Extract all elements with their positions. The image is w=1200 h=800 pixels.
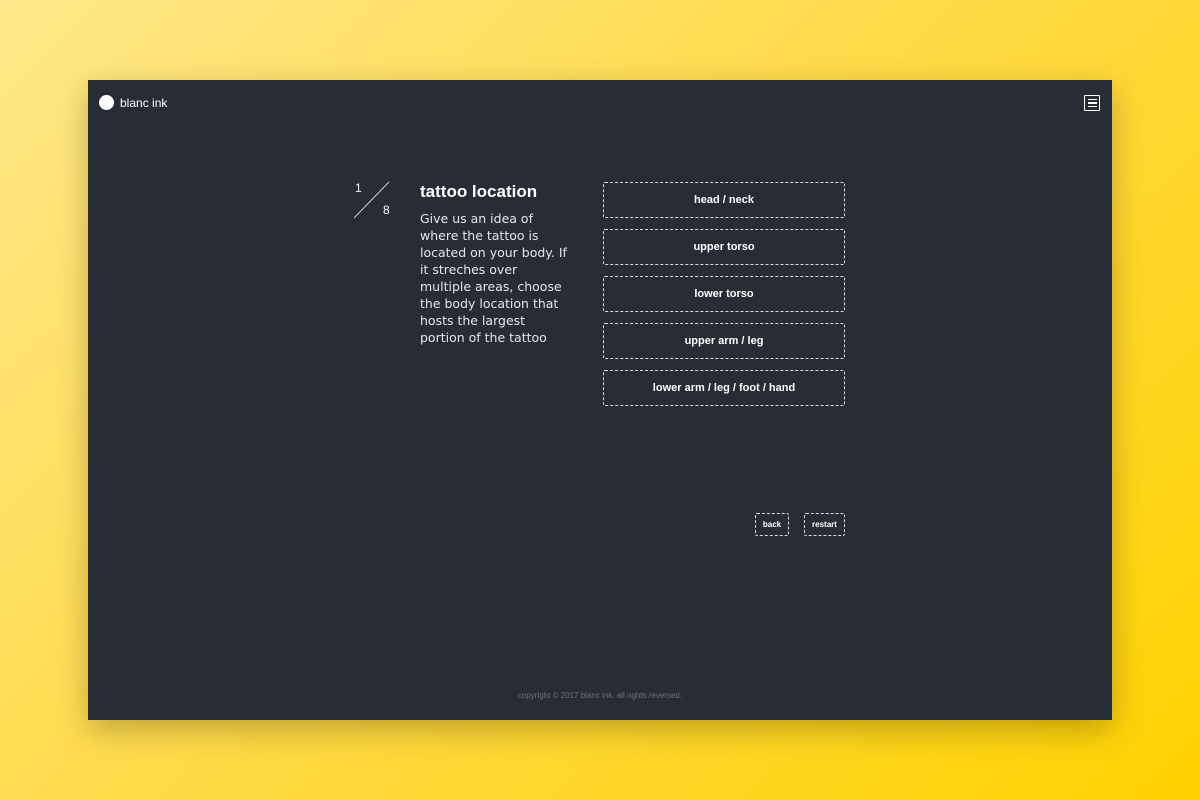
step-total: 8: [383, 203, 390, 217]
brand-name: blanc ink: [120, 95, 168, 110]
brand-logo[interactable]: blanc ink: [99, 95, 167, 110]
question-title: tattoo location: [420, 182, 538, 201]
question-description: Give us an idea of where the tattoo is l…: [420, 211, 567, 345]
back-button[interactable]: back: [755, 513, 789, 536]
option-upper-torso[interactable]: upper torso: [603, 229, 845, 265]
restart-button[interactable]: restart: [804, 513, 845, 536]
footer-copyright: copyright © 2017 blanc ink. all rights r…: [517, 691, 683, 700]
option-lower-arm-leg-foot-hand[interactable]: lower arm / leg / foot / hand: [603, 370, 845, 406]
app-window: blanc ink 1 8 tattoo location Give us an…: [88, 80, 1112, 720]
logo-circle-icon: [99, 95, 114, 110]
option-upper-arm-leg[interactable]: upper arm / leg: [603, 323, 845, 359]
step-indicator: 1 8: [352, 180, 392, 220]
option-lower-torso[interactable]: lower torso: [603, 276, 845, 312]
option-head-neck[interactable]: head / neck: [603, 182, 845, 218]
menu-icon[interactable]: [1084, 95, 1100, 111]
options-list: head / neck upper torso lower torso uppe…: [603, 182, 845, 417]
